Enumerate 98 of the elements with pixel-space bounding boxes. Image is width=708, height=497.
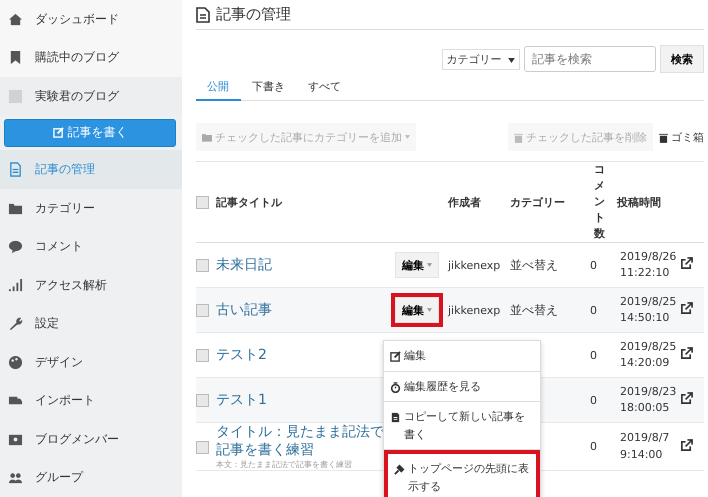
post-date: 2019/8/25 <box>620 338 678 354</box>
sidebar-item[interactable]: カテゴリー <box>0 188 182 228</box>
select-all-checkbox[interactable] <box>196 196 209 210</box>
document-icon <box>8 162 23 178</box>
column-header: 投稿時間 <box>617 194 662 210</box>
sidebar-item-label: ダッシュボード <box>35 10 119 28</box>
menu-item-label: 編集 <box>404 348 427 364</box>
sidebar-item-label: アクセス解析 <box>35 276 107 294</box>
category-cell: 並べ替え <box>510 302 558 316</box>
sidebar-item[interactable]: 設定 <box>0 304 182 343</box>
edit-icon <box>52 127 64 138</box>
external-link-icon[interactable] <box>680 438 693 452</box>
sidebar-item-label: 設定 <box>35 315 59 332</box>
speech-bubble-icon <box>8 239 23 254</box>
sidebar-item-label: インポート <box>35 392 95 410</box>
row-checkbox[interactable] <box>196 304 209 318</box>
menu-item[interactable]: 編集履歴を見る <box>384 372 540 402</box>
edit-icon <box>390 351 401 362</box>
tab[interactable]: 下書き <box>241 75 297 100</box>
palette-icon <box>8 354 23 370</box>
external-link-icon[interactable] <box>680 392 693 405</box>
category-cell: 並べ替え <box>510 258 558 272</box>
menu-item[interactable]: トップページの先頭に表示する <box>384 450 540 497</box>
post-time: 18:00:05 <box>620 400 670 416</box>
post-time: 14:20:09 <box>620 355 670 371</box>
sidebar-item[interactable]: インポート <box>0 381 182 420</box>
comment-count: 0 <box>590 348 597 362</box>
trash-icon <box>659 132 668 142</box>
post-time: 11:22:10 <box>620 265 670 281</box>
sidebar-item[interactable]: ダッシュボード <box>0 0 182 39</box>
sidebar-item-label: グループ <box>35 469 83 486</box>
search-button[interactable]: 検索 <box>660 45 704 73</box>
caret-icon <box>427 263 432 267</box>
sidebar-item[interactable]: コメント <box>0 227 182 266</box>
menu-item[interactable]: 編集 <box>384 341 540 372</box>
tab[interactable]: すべて <box>297 75 353 100</box>
sidebar-item[interactable]: 購読中のブログ <box>0 38 182 78</box>
sidebar-item-label: コメント <box>35 238 83 256</box>
caret-icon <box>508 58 515 62</box>
sidebar-item-label: 記事の管理 <box>35 161 95 178</box>
post-date: 2019/8/7 <box>620 430 670 446</box>
article-excerpt: 本文：見たまま記法で記事を書く練習 <box>216 459 353 470</box>
bar-chart-icon <box>8 278 23 293</box>
home-icon <box>8 12 23 27</box>
sidebar-item-label: デザイン <box>35 354 83 371</box>
column-header: 作成者 <box>448 194 482 210</box>
comment-count: 0 <box>590 394 597 406</box>
sidebar-item-label: カテゴリー <box>35 200 95 217</box>
sidebar-item[interactable]: グループ <box>0 458 182 497</box>
search-field[interactable]: 記事を検索 <box>524 46 656 72</box>
trash-icon <box>514 132 523 142</box>
document-icon <box>196 6 210 22</box>
column-header: カテゴリー <box>510 194 566 210</box>
edit-dropdown-button[interactable]: 編集 <box>395 297 439 323</box>
author-cell: jikkenexp <box>448 258 500 272</box>
post-date: 2019/8/26 <box>620 248 678 264</box>
comment-count: 0 <box>590 440 597 453</box>
category-select[interactable]: カテゴリー <box>442 48 520 70</box>
post-time: 9:14:00 <box>620 446 664 462</box>
row-checkbox[interactable] <box>196 394 209 408</box>
edit-dropdown-button[interactable]: 編集 <box>395 252 439 278</box>
menu-item-label: トップページの先頭に表示する <box>408 461 530 495</box>
external-link-icon[interactable] <box>680 257 693 270</box>
article-title-link[interactable]: 未来日記 <box>216 256 391 274</box>
sidebar-item-label: ブログメンバー <box>35 430 119 448</box>
stopwatch-icon <box>390 382 401 393</box>
row-checkbox[interactable] <box>196 349 209 362</box>
comment-count: 0 <box>590 258 597 272</box>
sidebar-item[interactable]: デザイン <box>0 342 182 382</box>
tab[interactable]: 公開 <box>196 75 241 101</box>
sidebar-item-label: 購読中のブログ <box>35 49 119 66</box>
menu-item-label: 編集履歴を見る <box>404 378 482 395</box>
blog-thumbnail-icon <box>8 88 23 104</box>
menu-item[interactable]: コピーして新しい記事を書く <box>384 402 540 450</box>
author-cell: jikkenexp <box>448 304 500 316</box>
caret-icon <box>405 135 410 139</box>
sidebar-item[interactable]: アクセス解析 <box>0 266 182 304</box>
trash-link[interactable]: ゴミ箱 <box>659 130 704 144</box>
post-date: 2019/8/25 <box>620 294 678 310</box>
sidebar-item[interactable]: ブログメンバー <box>0 420 182 459</box>
column-header: コメント数 <box>594 162 605 242</box>
bookmark-icon <box>8 50 23 66</box>
page-title: 記事の管理 <box>216 5 291 24</box>
folder-icon <box>202 132 212 142</box>
menu-item-label: コピーして新しい記事を書く <box>404 409 526 443</box>
external-link-icon[interactable] <box>680 302 693 315</box>
document-icon <box>390 412 401 424</box>
column-header: 記事タイトル <box>216 194 283 210</box>
external-link-icon[interactable] <box>680 347 693 360</box>
row-checkbox[interactable] <box>196 259 209 272</box>
post-time: 14:50:10 <box>620 310 670 326</box>
caret-icon <box>427 308 432 312</box>
post-date: 2019/8/23 <box>620 384 678 400</box>
sidebar-item-label: 実験君のブログ <box>35 88 119 105</box>
row-checkbox[interactable] <box>196 440 209 454</box>
comment-count: 0 <box>590 304 597 316</box>
article-title-link[interactable]: 古い記事 <box>216 301 391 319</box>
wrench-icon <box>8 316 23 332</box>
